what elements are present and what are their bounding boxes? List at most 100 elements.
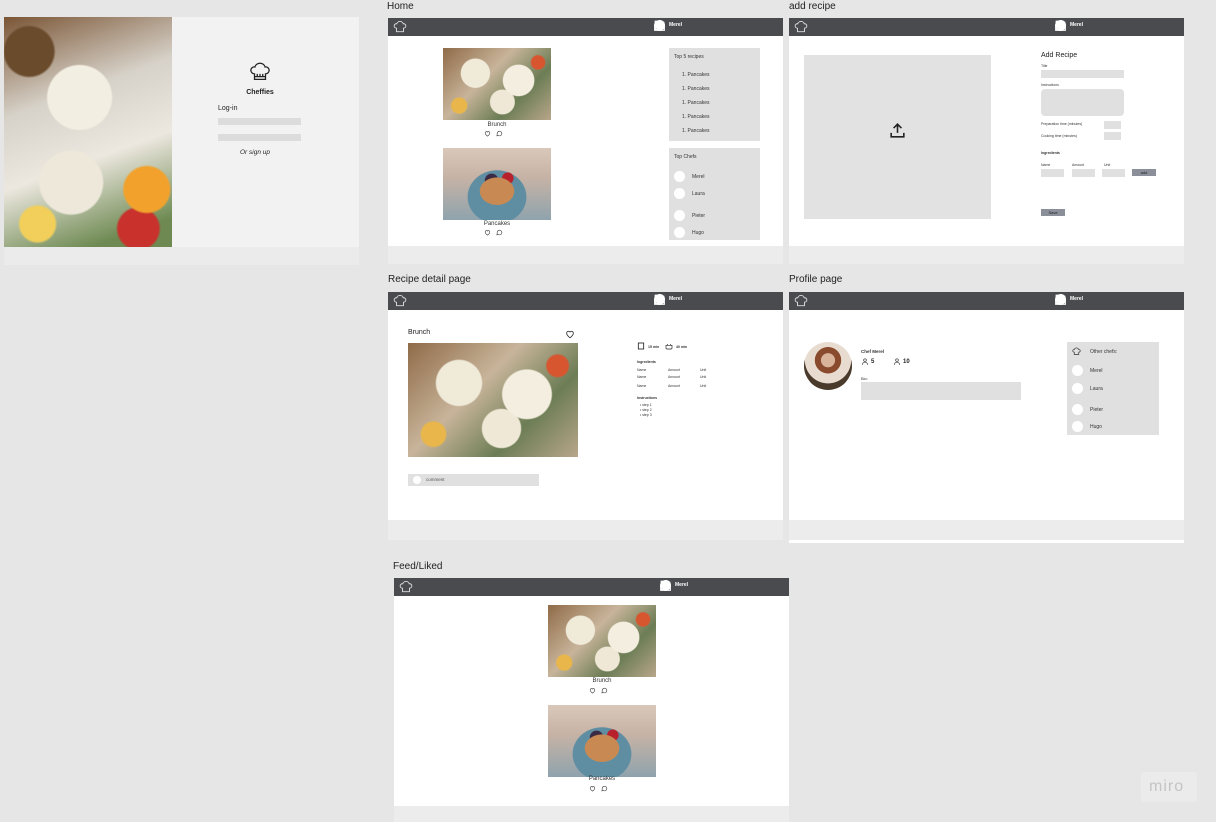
- top-recipe-item[interactable]: 1. Pancakes: [682, 128, 710, 134]
- login-hero-image: [4, 17, 172, 247]
- nav-icons: Merel: [653, 293, 682, 306]
- frame-label-recipe-detail: Recipe detail page: [388, 274, 471, 285]
- top-recipe-item[interactable]: 1. Pancakes: [682, 86, 710, 92]
- top-recipe-item[interactable]: 1. Pancakes: [682, 100, 710, 106]
- cook-time-input[interactable]: [1104, 132, 1121, 140]
- chef-item[interactable]: Laura: [1090, 386, 1103, 392]
- following-count: 10: [903, 359, 910, 365]
- upload-icon: [890, 123, 905, 138]
- top-chefs-panel: Top Chefs Merel Laura Pieter Hugo: [669, 148, 760, 240]
- save-button[interactable]: Save: [1041, 209, 1065, 216]
- heart-icon[interactable]: [589, 785, 596, 792]
- field-label: Title: [1041, 64, 1048, 68]
- recipe-card-image-brunch[interactable]: [548, 605, 656, 677]
- ingredient-name-input[interactable]: [1041, 169, 1064, 177]
- logout-icon[interactable]: [653, 19, 666, 32]
- step-text: step 1: [642, 403, 652, 407]
- password-input[interactable]: [218, 134, 301, 141]
- other-chefs-panel: Other chefs: Merel Laura Pieter Hugo: [1067, 342, 1159, 435]
- comment-input[interactable]: comment: [408, 474, 539, 486]
- instructions-input[interactable]: [1041, 89, 1124, 116]
- feed-frame: Merel Brunch Pancakes: [394, 578, 789, 806]
- logout-icon[interactable]: [1054, 19, 1067, 32]
- chef-item[interactable]: Hugo: [1090, 424, 1102, 430]
- logout-icon[interactable]: [659, 579, 672, 592]
- recipe-image: [408, 343, 578, 457]
- title-input[interactable]: [1041, 70, 1124, 78]
- ingredient-unit: Unit: [700, 384, 707, 388]
- frame-label-add-recipe: add recipe: [789, 1, 836, 12]
- frame-label-home: Home: [387, 1, 414, 12]
- heart-icon[interactable]: [484, 229, 491, 236]
- comment-icon[interactable]: [496, 130, 503, 137]
- chef-item[interactable]: Hugo: [692, 230, 704, 236]
- chef-hat-icon[interactable]: [399, 580, 413, 594]
- logout-icon[interactable]: [1054, 293, 1067, 306]
- login-frame: Cheffies Log-in Or sign up: [4, 17, 359, 247]
- signup-link[interactable]: Or sign up: [240, 149, 270, 156]
- avatar: [674, 188, 685, 199]
- recipe-title: Brunch: [408, 329, 431, 336]
- chef-hat-icon[interactable]: [794, 20, 808, 34]
- recipe-card-image-pancakes[interactable]: [443, 148, 551, 220]
- profile-avatar: [804, 342, 852, 390]
- chef-item[interactable]: Pieter: [692, 213, 705, 219]
- step-text: step 2: [642, 408, 652, 412]
- instruction-step: • step 2: [640, 408, 652, 412]
- comment-icon[interactable]: [601, 687, 608, 694]
- comment-icon[interactable]: [601, 785, 608, 792]
- frame-label-feed: Feed/Liked: [393, 561, 443, 572]
- heart-icon[interactable]: [565, 329, 575, 339]
- profile-name: Chef Merel: [861, 349, 885, 354]
- chef-hat-icon[interactable]: [393, 20, 407, 34]
- nav-username: Merel: [1070, 296, 1084, 302]
- recipe-card-title: Brunch: [592, 678, 612, 684]
- avatar: [674, 210, 685, 221]
- prep-time-input[interactable]: [1104, 121, 1121, 129]
- avatar: [1072, 421, 1083, 432]
- username-input[interactable]: [218, 118, 301, 125]
- top-recipe-item[interactable]: 1. Pancakes: [682, 72, 710, 78]
- chef-hat-icon: [1072, 347, 1081, 355]
- navbar: Merel: [789, 18, 1184, 36]
- chef-item[interactable]: Laura: [692, 191, 705, 197]
- top-recipe-item[interactable]: 1. Pancakes: [682, 114, 710, 120]
- col-label: Name: [1041, 163, 1051, 167]
- nav-icons: Merel: [1054, 293, 1084, 306]
- chef-hat-icon[interactable]: [794, 294, 808, 308]
- field-label: Instructions: [1041, 83, 1059, 87]
- image-upload-area[interactable]: [804, 55, 991, 219]
- chef-item[interactable]: Merel: [692, 174, 705, 180]
- navbar: Merel: [789, 292, 1184, 310]
- card-actions: [484, 130, 503, 137]
- watermark-text: miro: [1149, 778, 1185, 795]
- ingredient-row: Name Amount Unit: [637, 368, 706, 372]
- top-recipes-panel: Top 5 recipes 1. Pancakes 1. Pancakes 1.…: [669, 48, 760, 141]
- comment-icon[interactable]: [496, 229, 503, 236]
- ingredient-name: Name: [637, 368, 647, 372]
- ingredient-amount-input[interactable]: [1072, 169, 1095, 177]
- col-label: Amount: [1072, 163, 1085, 167]
- bio-field[interactable]: [861, 382, 1021, 400]
- chef-hat-icon[interactable]: [393, 294, 407, 308]
- chef-item[interactable]: Merel: [1090, 368, 1103, 374]
- ingredient-unit: Unit: [700, 368, 707, 372]
- add-recipe-frame-footer: [789, 246, 1184, 264]
- ingredient-unit-input[interactable]: [1102, 169, 1125, 177]
- chef-item[interactable]: Pieter: [1090, 407, 1103, 413]
- heart-icon[interactable]: [589, 687, 596, 694]
- heart-icon[interactable]: [484, 130, 491, 137]
- instructions-heading: Instructions: [637, 396, 658, 400]
- add-recipe-frame: Merel Add Recipe Title Instructions Prep…: [789, 18, 1184, 246]
- avatar: [674, 227, 685, 238]
- detail-frame-footer: [388, 520, 783, 540]
- logout-icon[interactable]: [653, 293, 666, 306]
- add-ingredient-button[interactable]: add: [1132, 169, 1156, 176]
- nav-username: Merel: [669, 22, 683, 28]
- cook-time: 40 min: [676, 345, 688, 349]
- feed-frame-footer: [394, 806, 789, 822]
- home-frame: Merel Brunch Pancakes Top 5 recipes 1. P…: [388, 18, 783, 246]
- recipe-card-image-brunch[interactable]: [443, 48, 551, 120]
- recipe-card-image-pancakes[interactable]: [548, 705, 656, 777]
- instruction-step: • step 1: [640, 403, 652, 407]
